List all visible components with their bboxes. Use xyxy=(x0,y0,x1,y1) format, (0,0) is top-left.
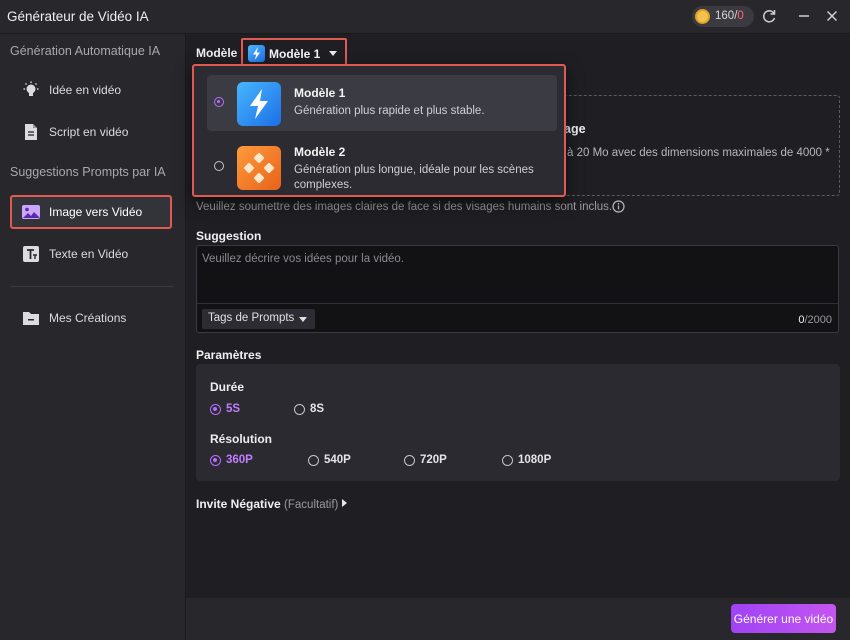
radio-icon xyxy=(308,455,319,466)
chevron-down-icon xyxy=(299,317,307,322)
diamond-tiles-icon xyxy=(237,146,281,190)
prompt-tags-button[interactable]: Tags de Prompts xyxy=(202,309,315,329)
sidebar-item-my-creations[interactable]: Mes Créations xyxy=(10,301,172,335)
credits-badge[interactable]: 160/0 xyxy=(692,6,754,27)
model-option-description: Génération plus longue, idéale pour les … xyxy=(294,164,534,191)
radio-icon xyxy=(294,404,305,415)
generate-video-button[interactable]: Générer une vidéo xyxy=(731,604,836,633)
model-select-value: Modèle 1 xyxy=(269,47,321,61)
sidebar-item-label: Idée en vidéo xyxy=(49,83,122,97)
resolution-label: Résolution xyxy=(210,432,272,446)
resolution-option-1080p[interactable]: 1080P xyxy=(502,454,558,468)
radio-icon xyxy=(210,404,221,415)
character-counter: 0/2000 xyxy=(798,314,832,326)
sidebar-item-script-to-video[interactable]: Script en vidéo xyxy=(10,115,172,149)
sidebar-item-idea-to-video[interactable]: Idée en vidéo xyxy=(10,73,172,107)
suggestion-placeholder: Veuillez décrire vos idées pour la vidéo… xyxy=(202,253,405,265)
text-icon xyxy=(21,245,41,263)
radio-icon xyxy=(210,455,221,466)
upload-title: age xyxy=(564,122,586,136)
duration-label: Durée xyxy=(210,380,245,394)
resolution-option-720p[interactable]: 720P xyxy=(404,454,454,468)
duration-option-5s[interactable]: 5S xyxy=(210,403,250,417)
prompt-tags-label: Tags de Prompts xyxy=(208,312,295,324)
radio-icon xyxy=(214,161,224,171)
sidebar-item-image-to-video[interactable]: Image vers Vidéo xyxy=(10,195,172,229)
lightning-icon xyxy=(237,82,281,126)
model-option-description: Génération plus rapide et plus stable. xyxy=(294,105,485,117)
radio-label: 720P xyxy=(420,454,447,466)
close-icon[interactable] xyxy=(823,7,841,25)
section-heading-prompts: Suggestions Prompts par IA xyxy=(10,165,166,179)
section-heading-auto: Génération Automatique IA xyxy=(10,44,161,58)
parameters-panel: Durée 5S 8S Résolution 360P 540P 720P 10… xyxy=(196,364,840,481)
sidebar-item-label: Mes Créations xyxy=(49,311,127,325)
sidebar-item-label: Script en vidéo xyxy=(49,125,129,139)
radio-label: 360P xyxy=(226,454,253,466)
suggestion-textarea[interactable]: Veuillez décrire vos idées pour la vidéo… xyxy=(196,245,839,333)
info-icon[interactable] xyxy=(612,200,625,213)
minimize-icon[interactable] xyxy=(795,7,813,25)
sidebar-item-label: Image vers Vidéo xyxy=(49,205,143,219)
suggestion-divider xyxy=(197,303,838,304)
footer-bar: Générer une vidéo xyxy=(186,598,850,640)
resolution-option-360p[interactable]: 360P xyxy=(210,454,260,468)
radio-icon xyxy=(502,455,513,466)
lightning-icon xyxy=(248,45,265,62)
refresh-icon[interactable] xyxy=(760,7,778,25)
sidebar: Génération Automatique IA Idée en vidéo … xyxy=(0,34,186,640)
duration-option-8s[interactable]: 8S xyxy=(294,403,334,417)
radio-label: 8S xyxy=(310,403,325,415)
suggestion-label: Suggestion xyxy=(196,229,262,243)
coin-icon xyxy=(695,9,710,24)
app-title: Générateur de Vidéo IA xyxy=(7,9,149,24)
sidebar-item-text-to-video[interactable]: Texte en Vidéo xyxy=(10,237,172,271)
upload-note: Veuillez soumettre des images claires de… xyxy=(196,201,613,213)
radio-icon xyxy=(404,455,415,466)
credits-text: 160/0 xyxy=(715,10,744,22)
lightbulb-icon xyxy=(21,81,41,99)
model-dropdown: Modèle 1 Génération plus rapide et plus … xyxy=(192,64,566,197)
radio-label: 5S xyxy=(226,403,241,415)
radio-label: 540P xyxy=(324,454,351,466)
chevron-down-icon xyxy=(329,51,337,56)
sidebar-divider xyxy=(10,286,174,287)
resolution-option-540p[interactable]: 540P xyxy=(308,454,358,468)
folder-icon xyxy=(21,309,41,327)
chevron-right-icon[interactable] xyxy=(342,499,347,507)
upload-description: à 20 Mo avec des dimensions maximales de… xyxy=(567,147,830,159)
model-option-name: Modèle 1 xyxy=(294,86,346,100)
negative-prompt-toggle[interactable]: Invite Négative (Facultatif) xyxy=(196,497,338,511)
model-option-2[interactable]: Modèle 2 Génération plus longue, idéale … xyxy=(207,139,557,195)
model-option-1[interactable]: Modèle 1 Génération plus rapide et plus … xyxy=(207,75,557,131)
radio-icon xyxy=(214,97,224,107)
radio-label: 1080P xyxy=(518,454,552,466)
sidebar-item-label: Texte en Vidéo xyxy=(49,247,129,261)
title-bar: Générateur de Vidéo IA 160/0 xyxy=(0,0,850,34)
model-label: Modèle xyxy=(196,46,238,60)
document-icon xyxy=(21,123,41,141)
parameters-label: Paramètres xyxy=(196,348,262,362)
model-option-name: Modèle 2 xyxy=(294,145,346,159)
image-icon xyxy=(21,203,41,221)
